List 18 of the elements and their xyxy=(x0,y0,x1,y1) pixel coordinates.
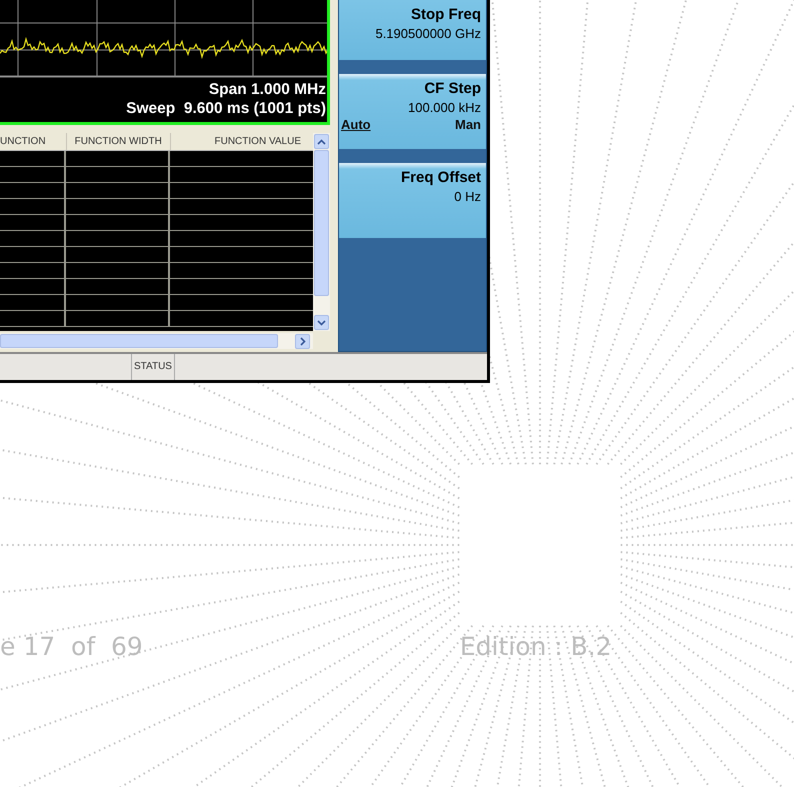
column-header: FUNCTION WIDTH xyxy=(66,133,171,150)
sweep-readout: Sweep 9.600 ms (1001 pts) xyxy=(126,99,327,118)
status-label: STATUS xyxy=(132,354,175,380)
horizontal-scrollbar[interactable] xyxy=(0,333,313,349)
span-readout: Span 1.000 MHz xyxy=(208,80,327,99)
vertical-scrollbar[interactable] xyxy=(313,133,330,331)
edition-label: Edition : B.2 xyxy=(460,632,612,661)
mode-option[interactable]: Auto xyxy=(341,117,371,132)
scroll-right-icon[interactable] xyxy=(295,334,310,348)
scroll-down-icon[interactable] xyxy=(314,315,329,330)
column-header: UNCTION xyxy=(0,133,67,150)
page-number: e 17 of 69 xyxy=(0,632,143,661)
column-header: FUNCTION VALUE xyxy=(214,135,302,149)
softkey-button[interactable]: Stop Freq 5.190500000 GHz xyxy=(339,0,486,60)
softkey-button[interactable]: CF Step 100.000 kHz Auto Man xyxy=(339,74,486,149)
scroll-up-icon[interactable] xyxy=(314,134,329,149)
mode-option[interactable]: Man xyxy=(455,117,481,132)
softkey-button[interactable]: Freq Offset 0 Hz xyxy=(339,163,486,238)
